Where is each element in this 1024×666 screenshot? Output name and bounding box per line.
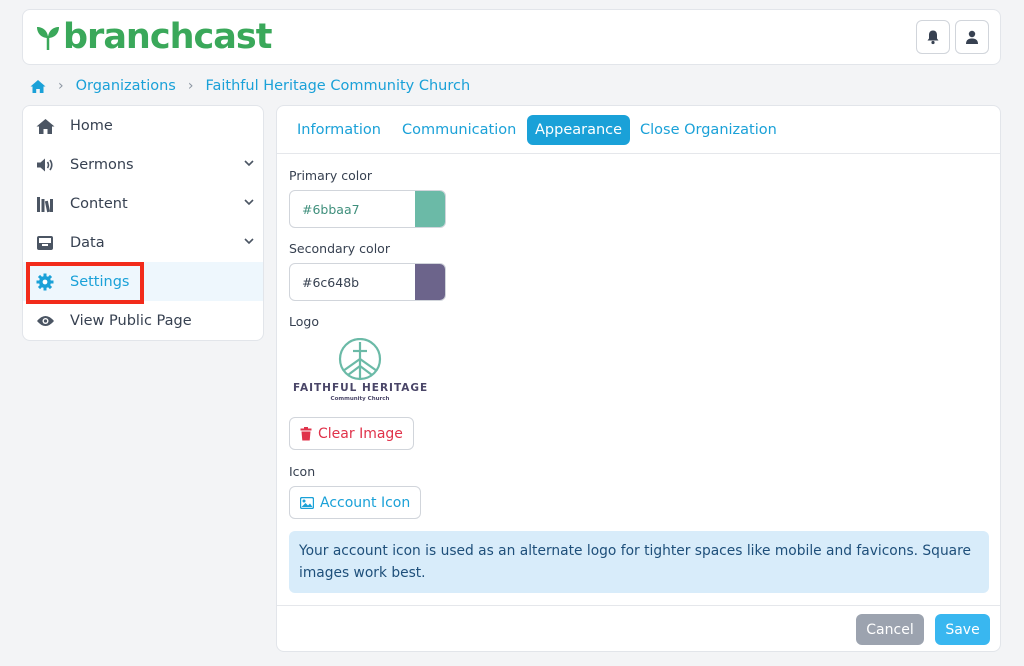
sidebar-item-label: Sermons bbox=[70, 157, 134, 173]
icon-label: Icon bbox=[289, 464, 316, 479]
eye-icon bbox=[35, 311, 55, 331]
sidebar-item-view-public-page[interactable]: View Public Page bbox=[23, 301, 263, 340]
library-icon bbox=[35, 194, 55, 214]
secondary-color-swatch[interactable] bbox=[415, 264, 445, 300]
cancel-button[interactable]: Cancel bbox=[856, 614, 924, 645]
home-icon[interactable] bbox=[30, 79, 46, 94]
chevron-down-icon bbox=[244, 160, 254, 167]
secondary-color-input[interactable]: #6c648b bbox=[289, 263, 446, 301]
church-logo-mark bbox=[338, 338, 382, 381]
sidebar-item-label: Home bbox=[70, 118, 113, 134]
breadcrumb-separator: › bbox=[58, 78, 64, 94]
account-icon-button[interactable]: Account Icon bbox=[289, 486, 422, 519]
sidebar-item-label: Content bbox=[70, 196, 128, 212]
sidebar-item-home[interactable]: Home bbox=[23, 106, 263, 145]
account-menu-button[interactable] bbox=[955, 20, 989, 54]
logo-preview: FAITHFUL HERITAGE Community Church bbox=[293, 338, 427, 406]
volume-icon bbox=[35, 155, 55, 175]
settings-panel: Information Communication Appearance Clo… bbox=[276, 105, 1001, 652]
sidebar-item-label: View Public Page bbox=[70, 313, 192, 329]
breadcrumb: › Organizations › Faithful Heritage Comm… bbox=[30, 76, 470, 96]
clear-image-label: Clear Image bbox=[318, 425, 403, 442]
breadcrumb-separator: › bbox=[187, 78, 194, 94]
primary-color-swatch[interactable] bbox=[415, 191, 445, 227]
tab-bar: Information Communication Appearance Clo… bbox=[277, 106, 1000, 154]
sidebar-item-label: Data bbox=[70, 235, 105, 251]
image-icon bbox=[300, 496, 314, 509]
sidebar-item-content[interactable]: Content bbox=[23, 184, 263, 223]
inbox-icon bbox=[35, 233, 55, 253]
tab-appearance[interactable]: Appearance bbox=[527, 115, 631, 145]
branchcast-logo[interactable]: branchcast bbox=[35, 17, 272, 57]
leaf-logo-icon bbox=[37, 27, 59, 50]
clear-image-button[interactable]: Clear Image bbox=[289, 417, 414, 450]
account-icon-info: Your account icon is used as an alternat… bbox=[289, 531, 989, 593]
secondary-color-label: Secondary color bbox=[289, 241, 390, 256]
logo-text-main: FAITHFUL HERITAGE bbox=[293, 382, 429, 394]
save-button[interactable]: Save bbox=[935, 614, 990, 645]
logo-label: Logo bbox=[289, 314, 319, 329]
top-header: branchcast bbox=[22, 9, 1001, 65]
bell-icon bbox=[927, 30, 939, 45]
chevron-down-icon bbox=[244, 238, 254, 245]
brand-name: branchcast bbox=[63, 17, 272, 57]
home-icon bbox=[35, 116, 55, 136]
highlight-annotation bbox=[26, 262, 144, 304]
form-footer: Cancel Save bbox=[277, 605, 1000, 652]
secondary-color-value: #6c648b bbox=[302, 275, 360, 290]
breadcrumb-organizations[interactable]: Organizations bbox=[76, 78, 176, 94]
logo-text-sub: Community Church bbox=[330, 396, 390, 402]
sidebar-item-data[interactable]: Data bbox=[23, 223, 263, 262]
breadcrumb-organization[interactable]: Faithful Heritage Community Church bbox=[205, 78, 470, 94]
primary-color-input[interactable]: #6bbaa7 bbox=[289, 190, 446, 228]
trash-icon bbox=[300, 426, 312, 440]
notifications-button[interactable] bbox=[916, 20, 950, 54]
account-icon-label: Account Icon bbox=[320, 494, 411, 511]
tab-communication[interactable]: Communication bbox=[394, 115, 524, 145]
primary-color-value: #6bbaa7 bbox=[302, 202, 360, 217]
primary-color-label: Primary color bbox=[289, 168, 373, 183]
chevron-down-icon bbox=[244, 199, 254, 206]
sidebar-item-sermons[interactable]: Sermons bbox=[23, 145, 263, 184]
sidebar: Home Sermons Content Data Settings View … bbox=[22, 105, 264, 341]
tab-close-organization[interactable]: Close Organization bbox=[632, 115, 785, 145]
user-icon bbox=[966, 30, 978, 44]
tab-information[interactable]: Information bbox=[289, 115, 389, 145]
